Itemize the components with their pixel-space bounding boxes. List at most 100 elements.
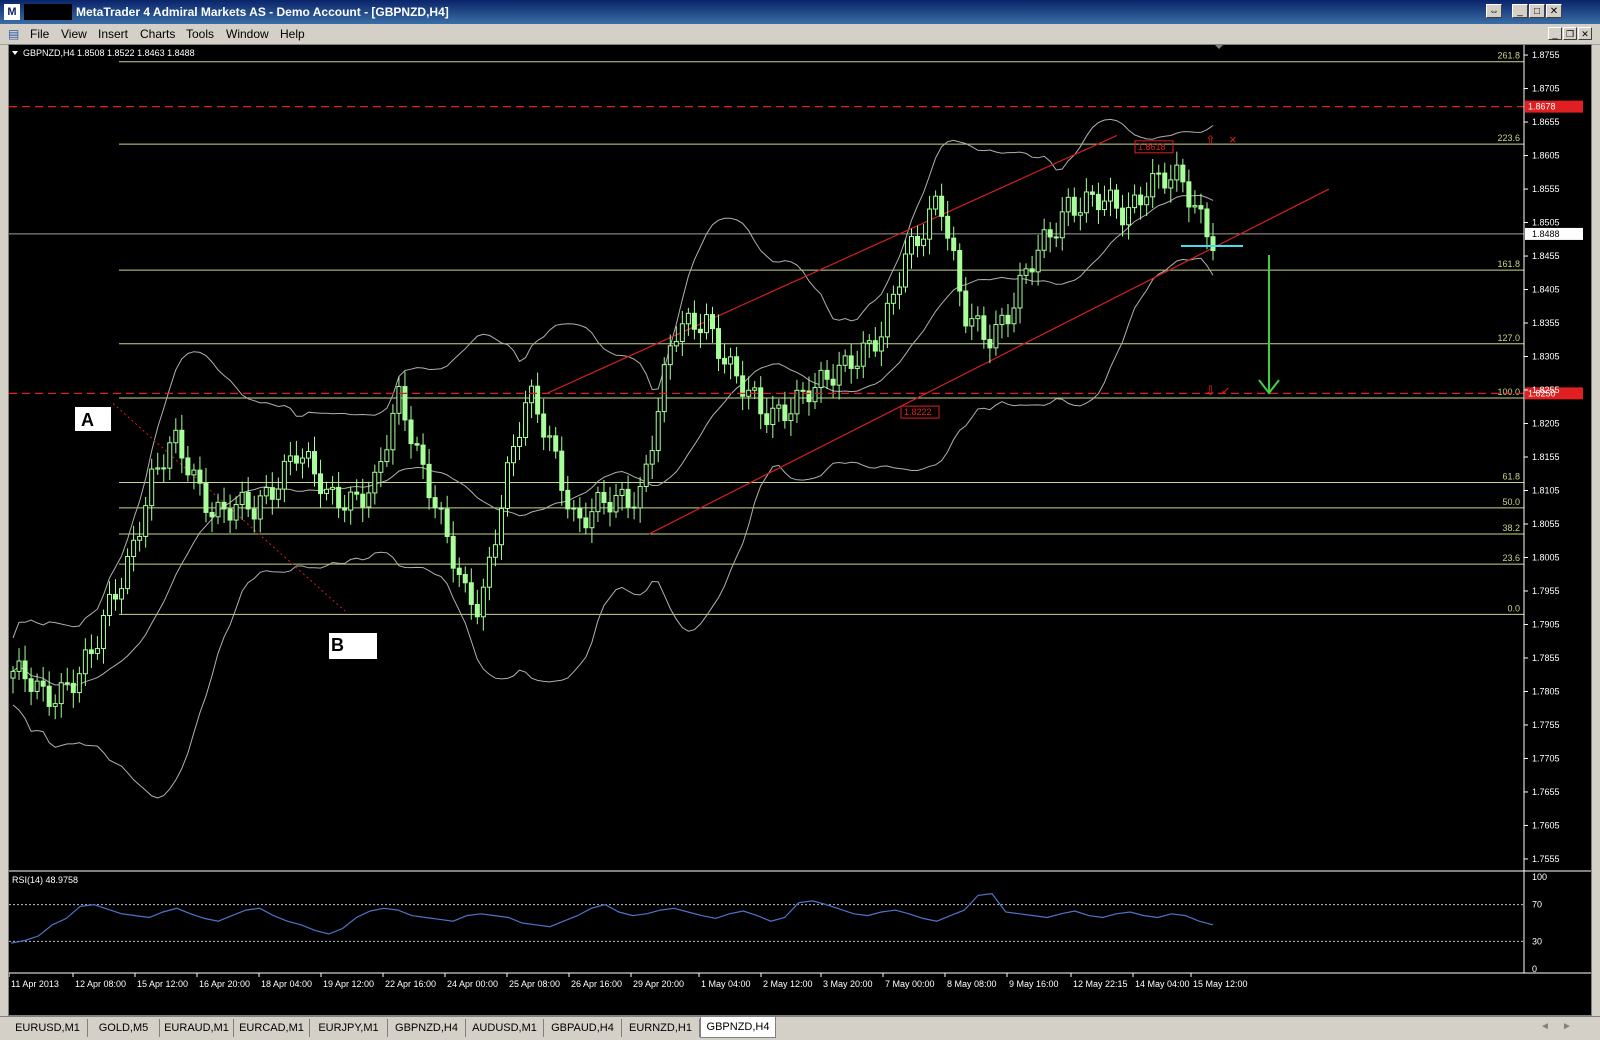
candle-body [866, 340, 872, 344]
candle-body [137, 535, 143, 541]
candle-body [571, 507, 577, 510]
candle-body [830, 378, 836, 386]
price-chart[interactable]: 261.8 223.6 161.8 127.0 100.0 61.8 50.0 38.2 23.… [8, 45, 1591, 1015]
channel-upper-line [546, 134, 1118, 394]
menu-insert[interactable]: Insert [98, 27, 128, 41]
candle-body [728, 356, 734, 365]
menu-tools[interactable]: Tools [186, 27, 214, 41]
candle-body [589, 511, 595, 529]
candle-body [1077, 212, 1083, 216]
chart-minimize-button[interactable]: _ [1548, 27, 1562, 40]
candle-body [637, 486, 643, 509]
candle-body [1156, 172, 1162, 175]
price-tick-label: 1.8105 [1532, 485, 1560, 495]
candle-body [203, 482, 209, 513]
tab-gold-m5[interactable]: GOLD,M5 [88, 1019, 160, 1037]
maximize-button[interactable]: □ [1529, 4, 1545, 18]
candle-body [709, 314, 715, 330]
candle-body [82, 649, 88, 675]
candle-body [553, 435, 559, 452]
candle-body [173, 429, 179, 444]
candle-body [1095, 193, 1101, 211]
rsi-header: RSI(14) 48.9758 [12, 875, 78, 885]
chart-window[interactable]: 261.8 223.6 161.8 127.0 100.0 61.8 50.0 38.2 23.… [8, 44, 1592, 1016]
annotation-high: 1.8618 [1138, 142, 1166, 152]
candle-body [52, 703, 58, 707]
tab-eurcad-m1[interactable]: EURCAD,M1 [234, 1019, 310, 1037]
tab-eurjpy-m1[interactable]: EURJPY,M1 [310, 1019, 388, 1037]
time-axis: 11 Apr 2013 12 Apr 08:00 15 Apr 12:00 16 Ap… [8, 973, 1248, 989]
price-tick-label: 1.8355 [1532, 318, 1560, 328]
candle-body [1035, 249, 1041, 273]
price-tick-label: 1.8305 [1532, 352, 1560, 362]
fibo-label: 50.0 [1502, 497, 1520, 507]
candle-body [1186, 181, 1192, 208]
candle-body [770, 407, 776, 426]
candle-body [94, 648, 100, 654]
time-tick-label: 24 Apr 00:00 [447, 979, 498, 989]
menu-charts[interactable]: Charts [140, 27, 175, 41]
menu-file[interactable]: File [30, 27, 49, 41]
candlesticks [10, 151, 1216, 720]
chart-restore-button[interactable]: ❐ [1563, 27, 1577, 40]
candle-body [1017, 274, 1023, 309]
candle-body [993, 324, 999, 349]
tab-gbpnzd-h4[interactable]: GBPNZD,H4 [388, 1019, 466, 1037]
tab-eurnzd-h1[interactable]: EURNZD,H1 [622, 1019, 700, 1037]
candle-body [703, 314, 709, 334]
tab-scroll-right-icon[interactable]: ► [1562, 1021, 1572, 1032]
candle-body [450, 535, 456, 569]
candle-body [1047, 229, 1053, 238]
candle-body [1126, 207, 1132, 226]
candle-body [951, 237, 957, 252]
candle-body [444, 508, 450, 537]
candle-body [1150, 173, 1156, 198]
minimize-button[interactable]: _ [1512, 4, 1528, 18]
candle-body [366, 492, 372, 508]
candle-body [113, 593, 119, 600]
candle-body [927, 208, 933, 240]
candle-body [456, 567, 462, 575]
menu-window[interactable]: Window [226, 27, 269, 41]
candle-body [281, 460, 287, 490]
tab-euraud-m1[interactable]: EURAUD,M1 [160, 1019, 234, 1037]
candle-body [697, 328, 703, 334]
candle-body [649, 450, 655, 465]
down-arrow-icon: ⇩ [1205, 383, 1216, 398]
candle-body [378, 461, 384, 473]
candle-body [1005, 314, 1011, 325]
tab-gbpaud-h4[interactable]: GBPAUD,H4 [544, 1019, 622, 1037]
menu-help[interactable]: Help [280, 27, 305, 41]
candle-body [782, 404, 788, 422]
menu-view[interactable]: View [61, 27, 87, 41]
tab-scroll-left-icon[interactable]: ◄ [1540, 1021, 1550, 1032]
chart-window-icon[interactable]: ▤ [8, 27, 22, 41]
candle-body [523, 402, 529, 439]
candle-body [981, 315, 987, 340]
tab-gbpnzd-h4[interactable]: GBPNZD,H4 [700, 1017, 776, 1038]
candle-body [511, 445, 517, 464]
restore-layout-icon[interactable]: ⇔ [1486, 4, 1502, 18]
price-tick-label: 1.8255 [1532, 385, 1560, 395]
metatrader-app-icon[interactable]: M [4, 4, 20, 20]
candle-body [336, 486, 342, 509]
candle-body [396, 386, 402, 414]
close-button[interactable]: ✕ [1546, 4, 1562, 18]
candle-body [716, 328, 722, 359]
candle-body [462, 573, 468, 584]
candle-body [758, 387, 764, 415]
price-tick-label: 1.7855 [1532, 653, 1560, 663]
tab-eurusd-m1[interactable]: EURUSD,M1 [8, 1019, 88, 1037]
candle-body [179, 429, 185, 459]
chart-close-button[interactable]: ✕ [1578, 27, 1592, 40]
time-tick-label: 1 May 04:00 [701, 979, 751, 989]
tab-audusd-m1[interactable]: AUDUSD,M1 [466, 1019, 544, 1037]
candle-body [890, 293, 896, 304]
time-tick-label: 12 Apr 08:00 [75, 979, 126, 989]
candle-body [197, 469, 203, 484]
chart-header: GBPNZD,H4 1.8508 1.8522 1.8463 1.8488 [23, 48, 195, 58]
candle-body [685, 312, 691, 325]
candle-body [565, 489, 571, 510]
candle-body [28, 678, 34, 692]
time-tick-label: 3 May 20:00 [823, 979, 873, 989]
